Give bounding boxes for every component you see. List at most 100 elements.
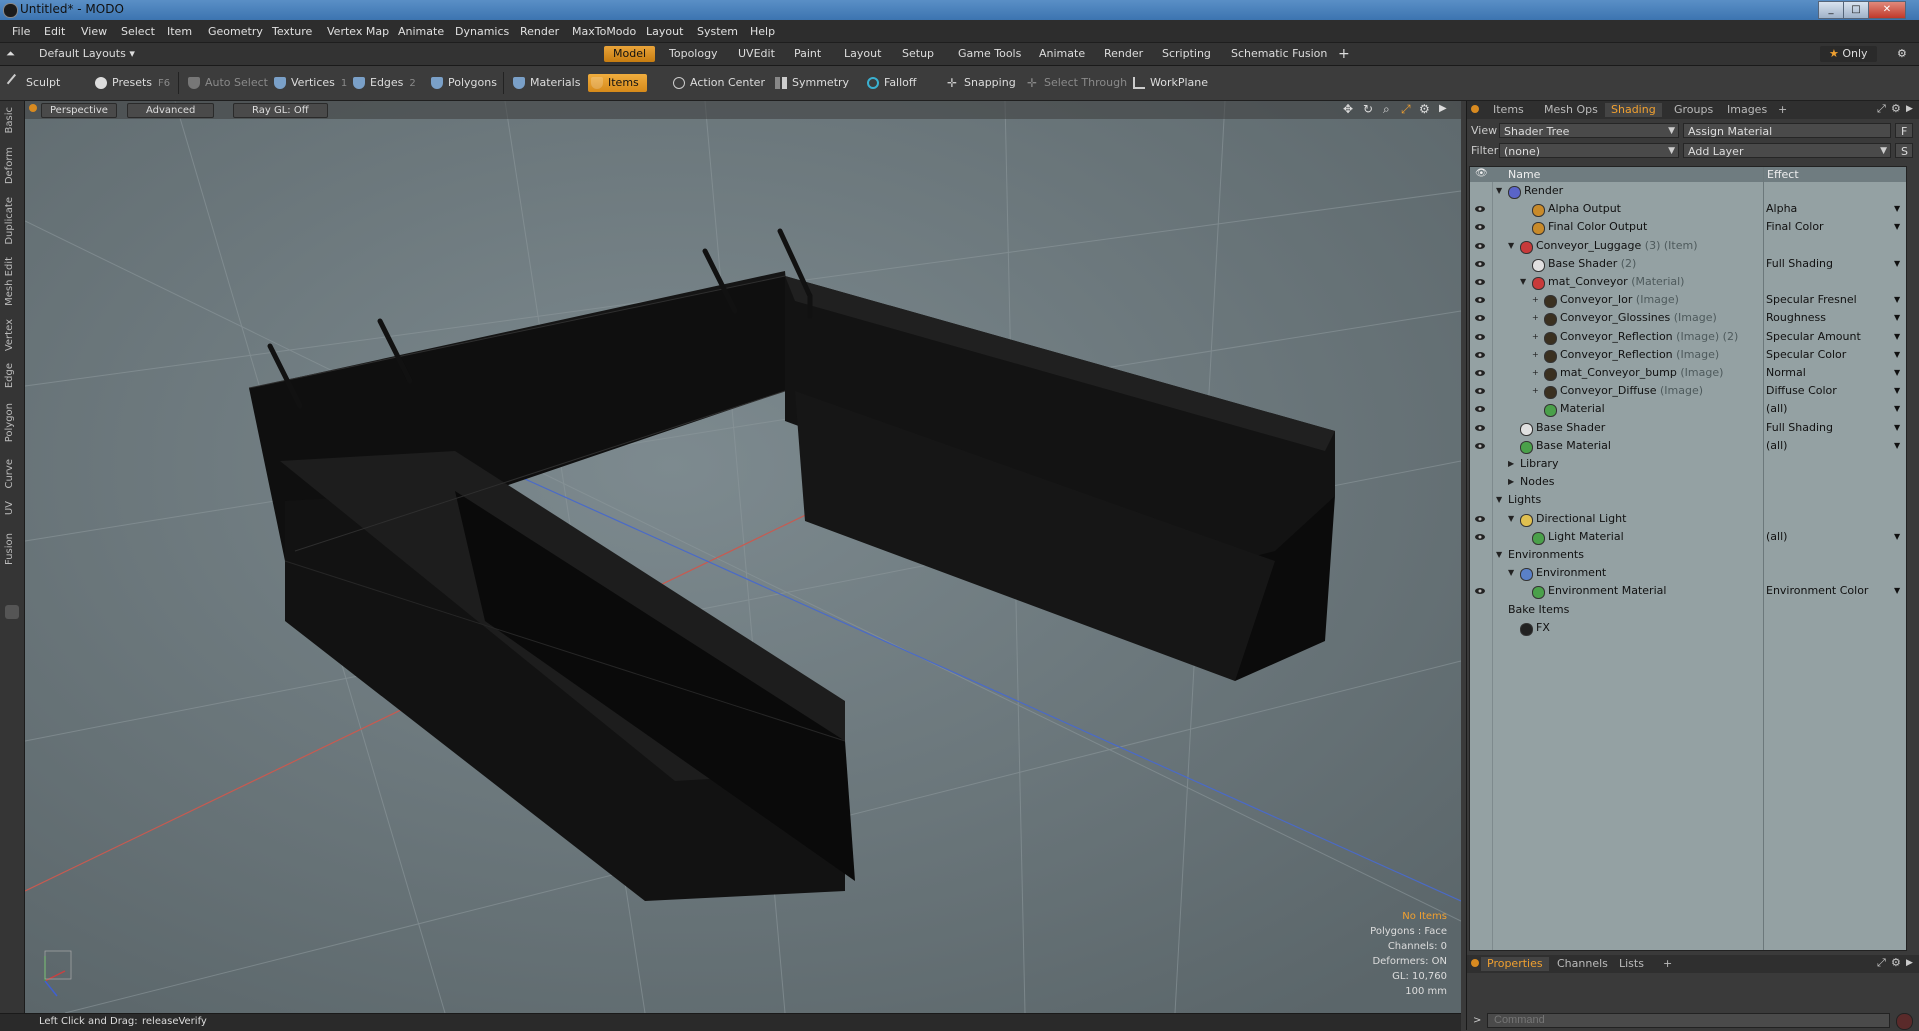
visibility-eye-icon[interactable]	[1474, 367, 1486, 379]
expand-toggle-icon[interactable]: ▼	[1496, 491, 1502, 509]
tab-setup[interactable]: Setup	[893, 46, 943, 62]
effect-dropdown-arrow-icon[interactable]: ▼	[1894, 437, 1900, 455]
menu-item[interactable]: Item	[167, 25, 192, 38]
effect-dropdown-arrow-icon[interactable]: ▼	[1894, 200, 1900, 218]
visibility-eye-icon[interactable]	[1474, 258, 1486, 270]
tree-row[interactable]: ▼ Environments	[1470, 546, 1906, 564]
layout-dropdown[interactable]: Default Layouts ▾	[30, 46, 144, 62]
expand-plus-icon[interactable]: +	[1532, 382, 1539, 400]
tree-row[interactable]: Alpha Output Alpha ▼	[1470, 200, 1906, 218]
tree-row-effect[interactable]: Full Shading	[1766, 419, 1833, 437]
expand-toggle-icon[interactable]: ▼	[1520, 273, 1526, 291]
expand-toggle-icon[interactable]: ▼	[1508, 237, 1514, 255]
panel-arrow-icon[interactable]: ▶	[1906, 104, 1913, 114]
workplane-button[interactable]: WorkPlane	[1130, 74, 1208, 92]
tab-scripting[interactable]: Scripting	[1153, 46, 1220, 62]
items-button[interactable]: Items	[588, 74, 647, 92]
tree-row-effect[interactable]: Diffuse Color	[1766, 382, 1837, 400]
tab-groups[interactable]: Groups	[1668, 103, 1719, 117]
tree-row-effect[interactable]: Specular Color	[1766, 346, 1846, 364]
tree-row-effect[interactable]: Roughness	[1766, 309, 1826, 327]
effect-dropdown-arrow-icon[interactable]: ▼	[1894, 309, 1900, 327]
tree-row[interactable]: Bake Items	[1470, 601, 1906, 619]
snapping-button[interactable]: ✛ Snapping	[944, 74, 1016, 92]
menu-texture[interactable]: Texture	[272, 25, 312, 38]
expand-toggle-icon[interactable]: ▼	[1508, 564, 1514, 582]
tab-topology[interactable]: Topology	[660, 46, 727, 62]
tree-row[interactable]: Base Shader Full Shading ▼	[1470, 419, 1906, 437]
properties-gear-icon[interactable]: ⚙	[1891, 956, 1901, 969]
tab-items[interactable]: Items	[1487, 103, 1530, 117]
tree-row[interactable]: + mat_Conveyor_bump (Image) Normal ▼	[1470, 364, 1906, 382]
tree-row[interactable]: Final Color Output Final Color ▼	[1470, 218, 1906, 236]
visibility-eye-icon[interactable]	[1474, 276, 1486, 288]
toggle-toolbox-button[interactable]	[5, 605, 19, 619]
expand-plus-icon[interactable]: +	[1532, 328, 1539, 346]
tab-render[interactable]: Render	[1095, 46, 1152, 62]
expand-toggle-icon[interactable]: ▶	[1508, 455, 1514, 473]
effect-dropdown-arrow-icon[interactable]: ▼	[1894, 346, 1900, 364]
maximize-button[interactable]: □	[1843, 1, 1869, 19]
sculpt-button[interactable]: Sculpt	[6, 73, 60, 93]
expand-toggle-icon[interactable]: ▼	[1496, 182, 1502, 200]
tree-row[interactable]: + Conveyor_Glossines (Image) Roughness ▼	[1470, 309, 1906, 327]
vtab-deform[interactable]: Deform	[4, 147, 15, 184]
raygl-button[interactable]: Ray GL: Off	[233, 103, 328, 118]
effect-dropdown-arrow-icon[interactable]: ▼	[1894, 364, 1900, 382]
add-properties-tab-button[interactable]: +	[1657, 957, 1678, 971]
visibility-eye-icon[interactable]	[1474, 531, 1486, 543]
effect-dropdown-arrow-icon[interactable]: ▼	[1894, 328, 1900, 346]
view-dropdown[interactable]: Shader Tree ▼	[1499, 123, 1679, 138]
menu-vertex-map[interactable]: Vertex Map	[327, 25, 389, 38]
menu-render[interactable]: Render	[520, 25, 559, 38]
effect-dropdown-arrow-icon[interactable]: ▼	[1894, 291, 1900, 309]
tree-row[interactable]: Base Material (all) ▼	[1470, 437, 1906, 455]
viewport-arrow-icon[interactable]: ▶	[1439, 103, 1447, 114]
effect-dropdown-arrow-icon[interactable]: ▼	[1894, 218, 1900, 236]
tree-row[interactable]: Material (all) ▼	[1470, 400, 1906, 418]
presets-button[interactable]: Presets F6	[92, 74, 170, 92]
properties-expand-icon[interactable]: ⤢	[1877, 956, 1886, 970]
tab-schematic-fusion[interactable]: Schematic Fusion	[1222, 46, 1336, 62]
materials-button[interactable]: Materials	[510, 74, 580, 92]
expand-plus-icon[interactable]: +	[1532, 309, 1539, 327]
tab-lists[interactable]: Lists	[1613, 957, 1650, 971]
layout-up-arrow-icon[interactable]: ⏶	[2, 46, 19, 62]
tree-row[interactable]: ▼ Lights	[1470, 491, 1906, 509]
tree-row-effect[interactable]: Specular Fresnel	[1766, 291, 1857, 309]
visibility-eye-icon[interactable]	[1474, 422, 1486, 434]
minimize-button[interactable]: _	[1818, 1, 1844, 19]
effect-dropdown-arrow-icon[interactable]: ▼	[1894, 528, 1900, 546]
vtab-uv[interactable]: UV	[4, 501, 15, 515]
expand-plus-icon[interactable]: +	[1532, 346, 1539, 364]
action-center-button[interactable]: Action Center	[670, 74, 765, 92]
vtab-polygon[interactable]: Polygon	[4, 403, 15, 442]
tree-row[interactable]: ▼ Directional Light	[1470, 510, 1906, 528]
menu-layout[interactable]: Layout	[646, 25, 683, 38]
visibility-eye-icon[interactable]	[1474, 440, 1486, 452]
properties-menu-dot-icon[interactable]	[1471, 959, 1479, 967]
col-effect-header[interactable]: Effect	[1767, 168, 1799, 181]
add-layer-key[interactable]: S	[1895, 143, 1913, 158]
add-layer-dropdown[interactable]: Add Layer ▼	[1683, 143, 1891, 158]
tree-row[interactable]: FX	[1470, 619, 1906, 637]
effect-dropdown-arrow-icon[interactable]: ▼	[1894, 382, 1900, 400]
tree-row[interactable]: Base Shader (2) Full Shading ▼	[1470, 255, 1906, 273]
vtab-edge[interactable]: Edge	[4, 363, 15, 388]
expand-toggle-icon[interactable]: ▼	[1508, 510, 1514, 528]
menu-edit[interactable]: Edit	[44, 25, 65, 38]
tree-row-effect[interactable]: Normal	[1766, 364, 1806, 382]
tree-row[interactable]: + Conveyor_Diffuse (Image) Diffuse Color ▼	[1470, 382, 1906, 400]
visibility-eye-icon[interactable]	[1474, 294, 1486, 306]
effect-dropdown-arrow-icon[interactable]: ▼	[1894, 255, 1900, 273]
tree-row[interactable]: + Conveyor_Ior (Image) Specular Fresnel ▼	[1470, 291, 1906, 309]
tab-uvedit[interactable]: UVEdit	[729, 46, 784, 62]
tab-paint[interactable]: Paint	[785, 46, 830, 62]
tab-layout[interactable]: Layout	[835, 46, 890, 62]
command-clear-icon[interactable]	[1896, 1013, 1913, 1030]
advanced-button[interactable]: Advanced	[127, 103, 215, 118]
effect-dropdown-arrow-icon[interactable]: ▼	[1894, 400, 1900, 418]
gear-icon[interactable]: ⚙	[1888, 46, 1916, 62]
vtab-fusion[interactable]: Fusion	[4, 533, 15, 565]
tree-row-effect[interactable]: Full Shading	[1766, 255, 1833, 273]
